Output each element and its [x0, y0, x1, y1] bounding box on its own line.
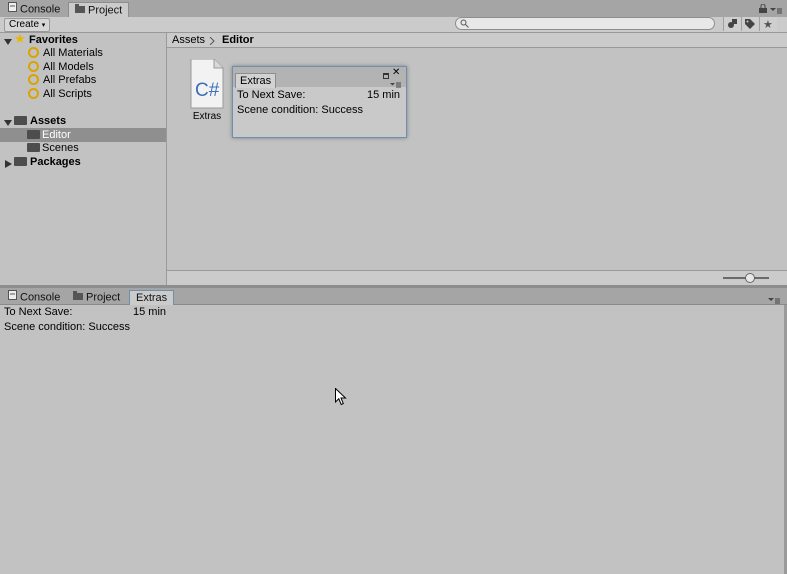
tab-project-label: Project — [86, 291, 121, 304]
tree-item-scenes[interactable]: Scenes — [0, 141, 166, 155]
tree-item-all-materials[interactable]: All Materials — [0, 46, 166, 60]
top-tab-bar: Console Project — [0, 0, 787, 18]
close-icon[interactable]: ✕ — [392, 68, 400, 78]
tab-console-label: Console — [20, 3, 61, 16]
scene-condition-text: Scene condition: Success — [237, 104, 363, 116]
breadcrumb-editor[interactable]: Editor — [222, 33, 254, 47]
assets-label: Assets — [30, 115, 67, 127]
tab-extras-bottom[interactable]: Extras — [129, 290, 175, 305]
lock-icon[interactable] — [759, 3, 767, 16]
folder-icon — [73, 290, 83, 305]
svg-text:C#: C# — [195, 80, 220, 101]
script-asset-extras[interactable]: C# Extras — [190, 58, 224, 122]
filter-type-icon — [727, 19, 738, 32]
floating-window-titlebar[interactable]: Extras ✕ — [233, 67, 406, 88]
tab-console-label: Console — [20, 291, 61, 304]
mouse-cursor-icon — [335, 387, 347, 409]
create-button[interactable]: Create ▾ — [4, 18, 51, 32]
tree-item-label: All Models — [43, 61, 94, 73]
search-icon — [28, 73, 39, 85]
breadcrumb: Assets Editor — [167, 33, 787, 48]
search-icon — [28, 60, 39, 72]
tree-packages[interactable]: Packages — [0, 155, 166, 169]
next-save-label: To Next Save: — [4, 306, 73, 318]
next-save-value: 15 min — [133, 306, 167, 318]
search-field[interactable] — [455, 17, 715, 30]
breadcrumb-assets[interactable]: Assets — [172, 33, 205, 47]
tree-item-all-prefabs[interactable]: All Prefabs — [0, 73, 166, 87]
extras-panel: To Next Save: 15 min Scene condition: Su… — [0, 305, 787, 574]
search-icon — [28, 46, 39, 58]
tree-item-all-scripts[interactable]: All Scripts — [0, 87, 166, 101]
search-icon — [28, 87, 39, 99]
project-tree: ★ Favorites All Materials All Models All… — [0, 31, 167, 285]
tree-item-label: All Scripts — [43, 88, 92, 100]
search-icon — [460, 19, 469, 31]
panel-menu-icon[interactable] — [770, 5, 782, 17]
project-status-bar — [167, 270, 787, 286]
tab-project-label: Project — [88, 4, 123, 17]
collapsed-arrow-icon[interactable] — [5, 158, 12, 172]
csharp-file-icon: C# — [190, 58, 224, 109]
tab-project[interactable]: Project — [68, 2, 130, 18]
tab-extras-label: Extras — [136, 292, 168, 304]
tab-extras-floating[interactable]: Extras — [235, 73, 277, 88]
zoom-slider-thumb[interactable] — [745, 273, 755, 283]
chevron-down-icon: ▾ — [41, 22, 46, 29]
tree-favorites[interactable]: ★ Favorites — [0, 31, 166, 47]
tree-item-all-models[interactable]: All Models — [0, 60, 166, 74]
console-icon — [8, 2, 17, 17]
star-icon: ★ — [763, 19, 773, 31]
asset-label: Extras — [192, 111, 222, 122]
tree-item-label: All Prefabs — [43, 74, 97, 86]
tree-item-label: Editor — [42, 129, 71, 141]
extras-floating-window[interactable]: Extras ✕ To Next Save: 15 min Scene cond… — [232, 66, 407, 138]
tab-console[interactable]: Console — [2, 2, 66, 17]
tree-item-editor[interactable]: Editor — [0, 128, 166, 142]
next-save-value: 15 min — [367, 89, 401, 101]
scene-condition-text: Scene condition: Success — [4, 321, 130, 333]
tree-item-label: All Materials — [43, 47, 103, 59]
chevron-right-icon — [209, 36, 215, 48]
folder-icon — [27, 129, 40, 139]
create-label: Create — [9, 19, 40, 30]
favorites-label: Favorites — [29, 34, 78, 46]
next-save-label: To Next Save: — [237, 89, 306, 101]
bottom-tab-bar: Console Project Extras — [0, 288, 787, 305]
tag-icon — [745, 19, 755, 32]
folder-icon — [27, 142, 40, 152]
maximize-icon[interactable] — [383, 70, 389, 82]
tree-item-label: Scenes — [42, 142, 79, 154]
project-toolbar: Create ▾ ★ — [0, 17, 787, 33]
tree-assets[interactable]: Assets — [0, 114, 166, 128]
tab-project-bottom[interactable]: Project — [67, 290, 126, 305]
folder-icon — [75, 3, 85, 18]
folder-icon — [14, 156, 27, 166]
packages-label: Packages — [30, 156, 81, 168]
filter-by-label-button[interactable] — [741, 17, 759, 31]
filter-by-type-button[interactable] — [723, 17, 741, 31]
star-icon: ★ — [14, 31, 26, 46]
favorite-button[interactable]: ★ — [759, 17, 777, 31]
folder-icon — [14, 115, 27, 125]
tab-console-bottom[interactable]: Console — [2, 290, 66, 305]
console-icon — [8, 290, 17, 305]
